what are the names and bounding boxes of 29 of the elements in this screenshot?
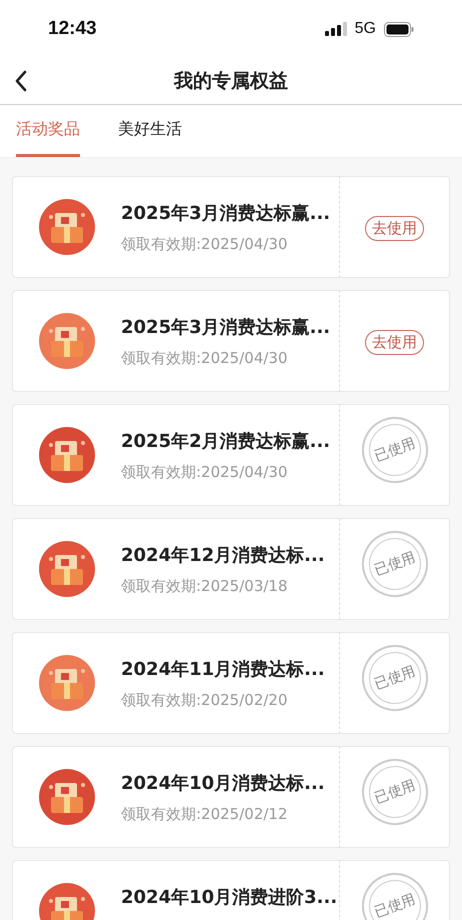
page-title: 我的专属权益 [174,69,288,94]
gift-icon [39,427,95,483]
reward-title: 2025年3月消费达标赢... [121,202,330,225]
use-button[interactable]: 去使用 [365,330,424,355]
battery-icon [384,22,414,36]
gift-icon [39,313,95,369]
back-icon[interactable] [14,70,28,92]
use-button[interactable]: 去使用 [365,216,424,241]
signal-icon [324,22,347,36]
validity-date: 领取有效期:2025/02/12 [121,805,289,824]
reward-title: 2024年11月消费达标... [121,658,325,681]
reward-title: 2024年10月消费达标... [121,772,325,795]
gift-icon [39,655,95,711]
reward-title: 2025年3月消费达标赢... [121,316,330,339]
tab[interactable]: 美好生活 [118,105,182,157]
validity-date: 领取有效期:2025/04/30 [121,349,289,368]
reward-title: 2024年10月消费进阶3... [121,886,338,909]
network-label: 5G [354,20,376,38]
gift-icon [39,199,95,255]
validity-date: 领取有效期:2025/04/30 [121,235,289,254]
tab[interactable]: 活动奖品 [16,105,80,157]
validity-date: 领取有效期:2025/02/20 [121,691,289,710]
status-time: 12:43 [48,18,97,40]
gift-icon [39,541,95,597]
gift-icon [39,769,95,825]
validity-date: 领取有效期:2025/04/30 [121,463,289,482]
reward-title: 2024年12月消费达标... [121,544,325,567]
reward-title: 2025年2月消费达标赢... [121,430,330,453]
validity-date: 领取有效期:2025/03/18 [121,577,289,596]
